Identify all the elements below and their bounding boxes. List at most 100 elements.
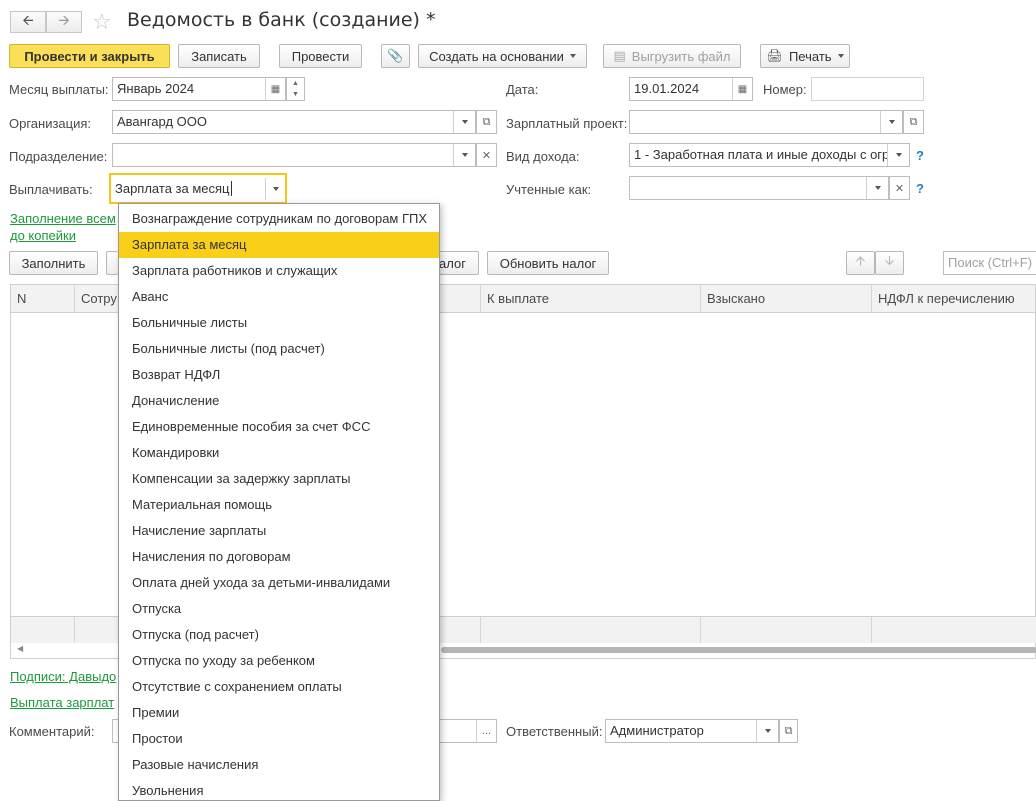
dropdown-item[interactable]: Простои	[119, 726, 439, 752]
dropdown-item[interactable]: Зарплата за месяц	[119, 232, 439, 258]
open-link-icon: ⧉	[784, 724, 793, 737]
dropdown-item[interactable]: Отпуска по уходу за ребенком	[119, 648, 439, 674]
back-button[interactable]: 🡨	[10, 11, 46, 33]
dropdown-item[interactable]: Начисление зарплаты	[119, 518, 439, 544]
fill-all-link[interactable]: Заполнение всем	[10, 211, 116, 226]
dropdown-item[interactable]: Вознаграждение сотрудникам по договорам …	[119, 206, 439, 232]
toolbar-button-hidden[interactable]	[106, 251, 118, 275]
dropdown-item[interactable]: Премии	[119, 700, 439, 726]
counted-as-clear-button[interactable]: ✕	[889, 176, 910, 200]
counted-as-label: Учтенные как:	[506, 182, 592, 197]
export-file-button[interactable]: ▤ Выгрузить файл	[603, 44, 741, 68]
dropdown-item[interactable]: Зарплата работников и служащих	[119, 258, 439, 284]
create-based-on-button[interactable]: Создать на основании	[418, 44, 587, 68]
organization-dropdown-button[interactable]	[453, 111, 475, 133]
column-divider	[480, 617, 481, 644]
salary-project-input[interactable]	[629, 110, 903, 134]
arrow-down-icon: 🡫	[884, 253, 895, 268]
income-type-dropdown-button[interactable]	[887, 144, 909, 166]
open-link-icon: ⧉	[482, 115, 491, 128]
responsible-open-button[interactable]: ⧉	[779, 719, 798, 743]
print-button[interactable]: 🖨 Печать	[760, 44, 850, 68]
salary-project-dropdown-button[interactable]	[880, 111, 902, 133]
number-label: Номер:	[763, 82, 807, 97]
column-divider	[480, 285, 481, 312]
dropdown-item[interactable]: Отпуска (под расчет)	[119, 622, 439, 648]
salary-project-open-button[interactable]: ⧉	[903, 110, 924, 134]
signatures-link[interactable]: Подписи: Давыдо	[10, 669, 116, 684]
chevron-down-icon	[569, 54, 576, 58]
scrollbar-thumb[interactable]	[441, 647, 1036, 653]
move-down-button[interactable]: 🡫	[875, 251, 904, 275]
dropdown-item[interactable]: Начисления по договорам	[119, 544, 439, 570]
number-input[interactable]	[811, 77, 924, 101]
update-tax-button[interactable]: Обновить налог	[487, 251, 609, 275]
fill-button[interactable]: Заполнить	[9, 251, 98, 275]
arrow-left-icon: 🡨	[22, 12, 34, 28]
pay-dropdown-button[interactable]	[265, 178, 285, 200]
column-employee[interactable]: Сотру	[81, 291, 117, 306]
help-icon[interactable]: ?	[916, 181, 924, 196]
dropdown-item[interactable]: Доначисление	[119, 388, 439, 414]
date-label: Дата:	[506, 82, 539, 97]
save-button[interactable]: Записать	[178, 44, 260, 68]
dropdown-item[interactable]: Материальная помощь	[119, 492, 439, 518]
favorite-star-icon[interactable]: ☆	[92, 9, 112, 35]
column-n[interactable]: N	[17, 291, 26, 306]
month-input[interactable]: Январь 2024 ▦	[112, 77, 286, 101]
dropdown-item[interactable]: Отпуска	[119, 596, 439, 622]
search-input[interactable]: Поиск (Ctrl+F)	[943, 251, 1036, 275]
column-divider	[871, 617, 872, 644]
chevron-down-icon	[874, 186, 881, 190]
dropdown-item[interactable]: Разовые начисления	[119, 752, 439, 778]
dropdown-item[interactable]: Оплата дней ухода за детьми-инвалидами	[119, 570, 439, 596]
pay-dropdown-list[interactable]: Вознаграждение сотрудникам по договорам …	[118, 203, 440, 801]
post-and-close-button[interactable]: Провести и закрыть	[9, 44, 170, 68]
dropdown-item[interactable]: Компенсации за задержку зарплаты	[119, 466, 439, 492]
move-up-button[interactable]: 🡩	[846, 251, 875, 275]
column-ndfl[interactable]: НДФЛ к перечислению	[878, 291, 1015, 306]
counted-as-dropdown-button[interactable]	[866, 177, 888, 199]
pay-input[interactable]: Зарплата за месяц	[109, 173, 287, 204]
dropdown-item[interactable]: Возврат НДФЛ	[119, 362, 439, 388]
comment-edit-button[interactable]: ...	[476, 720, 496, 742]
dropdown-item[interactable]: Больничные листы (под расчет)	[119, 336, 439, 362]
scroll-left-icon[interactable]: ◀	[17, 644, 23, 653]
month-stepper[interactable]: ▲ ▼	[286, 77, 305, 101]
help-icon[interactable]: ?	[916, 148, 924, 163]
round-kopeck-link[interactable]: до копейки	[10, 228, 76, 243]
chevron-down-icon	[895, 153, 902, 157]
tax-button[interactable]: алог	[436, 251, 479, 275]
salary-payout-link[interactable]: Выплата зарплат	[10, 695, 114, 710]
date-input[interactable]: 19.01.2024 ▦	[629, 77, 753, 101]
income-type-input[interactable]: 1 - Заработная плата и иные доходы с огр…	[629, 143, 910, 167]
attach-button[interactable]: 📎	[381, 44, 410, 68]
counted-as-input[interactable]	[629, 176, 889, 200]
department-dropdown-button[interactable]	[453, 144, 475, 166]
arrow-right-icon: 🡪	[58, 12, 70, 28]
dropdown-item[interactable]: Единовременные пособия за счет ФСС	[119, 414, 439, 440]
column-withheld[interactable]: Взыскано	[707, 291, 765, 306]
print-label: Печать	[788, 48, 832, 64]
dropdown-item[interactable]: Больничные листы	[119, 310, 439, 336]
calendar-button[interactable]: ▦	[265, 78, 285, 100]
department-clear-button[interactable]: ✕	[476, 143, 497, 167]
organization-open-button[interactable]: ⧉	[476, 110, 497, 134]
organization-input[interactable]: Авангард ООО	[112, 110, 476, 134]
dropdown-item[interactable]: Аванс	[119, 284, 439, 310]
department-input[interactable]	[112, 143, 476, 167]
dropdown-item[interactable]: Командировки	[119, 440, 439, 466]
responsible-value: Администратор	[610, 723, 704, 738]
chevron-down-icon	[272, 187, 279, 191]
pay-label: Выплачивать:	[9, 182, 93, 197]
post-button[interactable]: Провести	[279, 44, 362, 68]
calendar-button[interactable]: ▦	[732, 78, 752, 100]
dropdown-item[interactable]: Увольнения	[119, 778, 439, 800]
column-to-pay[interactable]: К выплате	[487, 291, 549, 306]
responsible-dropdown-button[interactable]	[756, 720, 778, 742]
responsible-input[interactable]: Администратор	[605, 719, 779, 743]
column-divider	[700, 617, 701, 644]
forward-button[interactable]: 🡪	[46, 11, 82, 33]
dropdown-item[interactable]: Отсутствие с сохранением оплаты	[119, 674, 439, 700]
organization-value: Авангард ООО	[117, 114, 207, 129]
